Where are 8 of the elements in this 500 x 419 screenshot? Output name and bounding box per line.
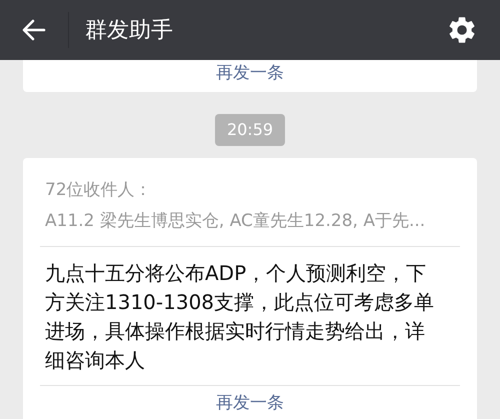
- timestamp: 20:59: [214, 114, 286, 146]
- recipient-list: A11.2 梁先生博思实仓, AC童先生12.28, A于先...: [40, 208, 460, 234]
- window-title: 群发助手: [85, 16, 174, 44]
- resend-link[interactable]: 再发一条: [216, 62, 284, 84]
- message-text: 九点十五分将公布ADP，个人预测利空，下方关注1310-1308支撑，此点位可考虑多单进场，具体操作根据实时行情走势给出，详细咨询本人: [44, 260, 436, 374]
- back-arrow-icon[interactable]: [22, 19, 46, 41]
- recipient-count: 72位收件人：: [44, 179, 153, 202]
- resend-link[interactable]: 再发一条: [216, 392, 284, 414]
